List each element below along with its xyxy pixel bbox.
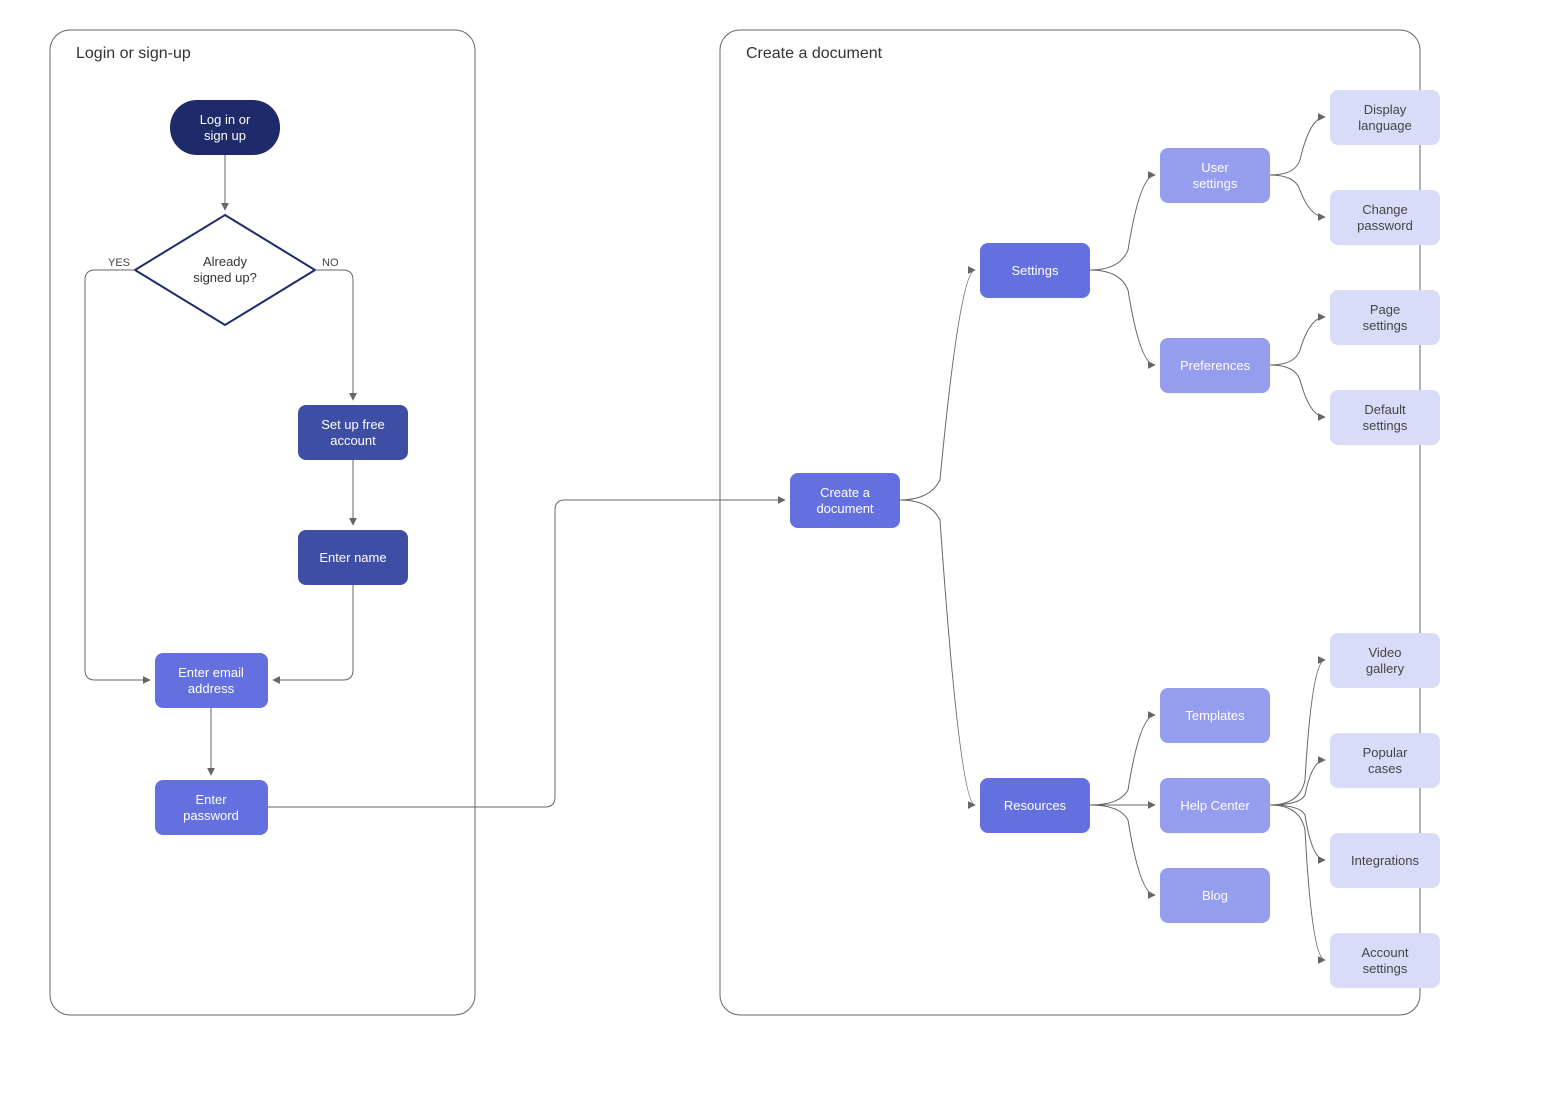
svg-text:Enter email: Enter email: [178, 665, 244, 680]
node-decision[interactable]: Already signed up?: [135, 215, 315, 325]
node-integrations[interactable]: Integrations: [1330, 833, 1440, 888]
svg-text:Enter name: Enter name: [319, 550, 386, 565]
svg-text:Account: Account: [1362, 945, 1409, 960]
svg-text:Default: Default: [1364, 402, 1406, 417]
edge-help-integrations: [1270, 805, 1325, 860]
edge-create-resources: [900, 500, 975, 805]
node-accountsettings[interactable]: Account settings: [1330, 933, 1440, 988]
edge-name-email: [273, 585, 353, 680]
svg-text:Set up free: Set up free: [321, 417, 385, 432]
svg-text:Already: Already: [203, 254, 248, 269]
svg-text:settings: settings: [1363, 418, 1408, 433]
svg-text:Integrations: Integrations: [1351, 853, 1419, 868]
node-usersettings[interactable]: User settings: [1160, 148, 1270, 203]
frame-login: [50, 30, 475, 1015]
edge-yes-label: YES: [108, 257, 130, 269]
svg-text:signed up?: signed up?: [193, 270, 257, 285]
svg-text:settings: settings: [1363, 961, 1408, 976]
svg-text:Popular: Popular: [1363, 745, 1408, 760]
svg-text:Display: Display: [1364, 102, 1407, 117]
edge-res-templates: [1090, 715, 1155, 805]
svg-text:Resources: Resources: [1004, 798, 1067, 813]
edge-pref-page: [1270, 317, 1325, 365]
svg-text:Blog: Blog: [1202, 888, 1228, 903]
svg-text:settings: settings: [1193, 176, 1238, 191]
edge-no: [315, 270, 353, 400]
node-blog[interactable]: Blog: [1160, 868, 1270, 923]
node-entername[interactable]: Enter name: [298, 530, 408, 585]
edge-res-blog: [1090, 805, 1155, 895]
edge-yes: [85, 270, 150, 680]
edge-settings-pref: [1090, 270, 1155, 365]
node-popularcases[interactable]: Popular cases: [1330, 733, 1440, 788]
svg-text:Preferences: Preferences: [1180, 358, 1251, 373]
node-password[interactable]: Enter password: [155, 780, 268, 835]
svg-text:Create a: Create a: [820, 485, 871, 500]
node-start[interactable]: Log in or sign up: [170, 100, 280, 155]
node-setup[interactable]: Set up free account: [298, 405, 408, 460]
frame-login-title: Login or sign-up: [76, 45, 191, 62]
node-resources[interactable]: Resources: [980, 778, 1090, 833]
svg-text:Enter: Enter: [195, 792, 227, 807]
svg-text:language: language: [1358, 118, 1412, 133]
node-email[interactable]: Enter email address: [155, 653, 268, 708]
svg-text:Video: Video: [1368, 645, 1401, 660]
node-settings[interactable]: Settings: [980, 243, 1090, 298]
diagram-canvas: Login or sign-up Create a document Log i…: [0, 0, 1566, 1107]
edge-no-label: NO: [322, 257, 339, 269]
node-pagesettings[interactable]: Page settings: [1330, 290, 1440, 345]
edge-settings-user: [1090, 175, 1155, 270]
svg-text:Help Center: Help Center: [1180, 798, 1250, 813]
svg-text:password: password: [183, 808, 239, 823]
svg-text:address: address: [188, 681, 235, 696]
svg-text:password: password: [1357, 218, 1413, 233]
svg-text:Change: Change: [1362, 202, 1408, 217]
node-defaultsettings[interactable]: Default settings: [1330, 390, 1440, 445]
svg-text:settings: settings: [1363, 318, 1408, 333]
svg-text:account: account: [330, 433, 376, 448]
svg-text:Log in or: Log in or: [200, 112, 251, 127]
node-helpcenter[interactable]: Help Center: [1160, 778, 1270, 833]
svg-text:document: document: [816, 501, 873, 516]
node-templates[interactable]: Templates: [1160, 688, 1270, 743]
svg-text:cases: cases: [1368, 761, 1402, 776]
svg-text:Templates: Templates: [1185, 708, 1245, 723]
svg-text:Page: Page: [1370, 302, 1400, 317]
svg-text:User: User: [1201, 160, 1229, 175]
node-preferences[interactable]: Preferences: [1160, 338, 1270, 393]
node-displaylang[interactable]: Display language: [1330, 90, 1440, 145]
edge-help-popular: [1270, 760, 1325, 805]
node-changepw[interactable]: Change password: [1330, 190, 1440, 245]
edge-user-display: [1270, 117, 1325, 175]
edge-create-settings: [900, 270, 975, 500]
edge-help-video: [1270, 660, 1325, 805]
node-videogallery[interactable]: Video gallery: [1330, 633, 1440, 688]
edge-help-account: [1270, 805, 1325, 960]
node-createdoc[interactable]: Create a document: [790, 473, 900, 528]
svg-text:Settings: Settings: [1012, 263, 1059, 278]
edge-user-change: [1270, 175, 1325, 217]
edge-pref-default: [1270, 365, 1325, 417]
svg-text:sign up: sign up: [204, 128, 246, 143]
frame-create-title: Create a document: [746, 45, 883, 62]
svg-text:gallery: gallery: [1366, 661, 1405, 676]
